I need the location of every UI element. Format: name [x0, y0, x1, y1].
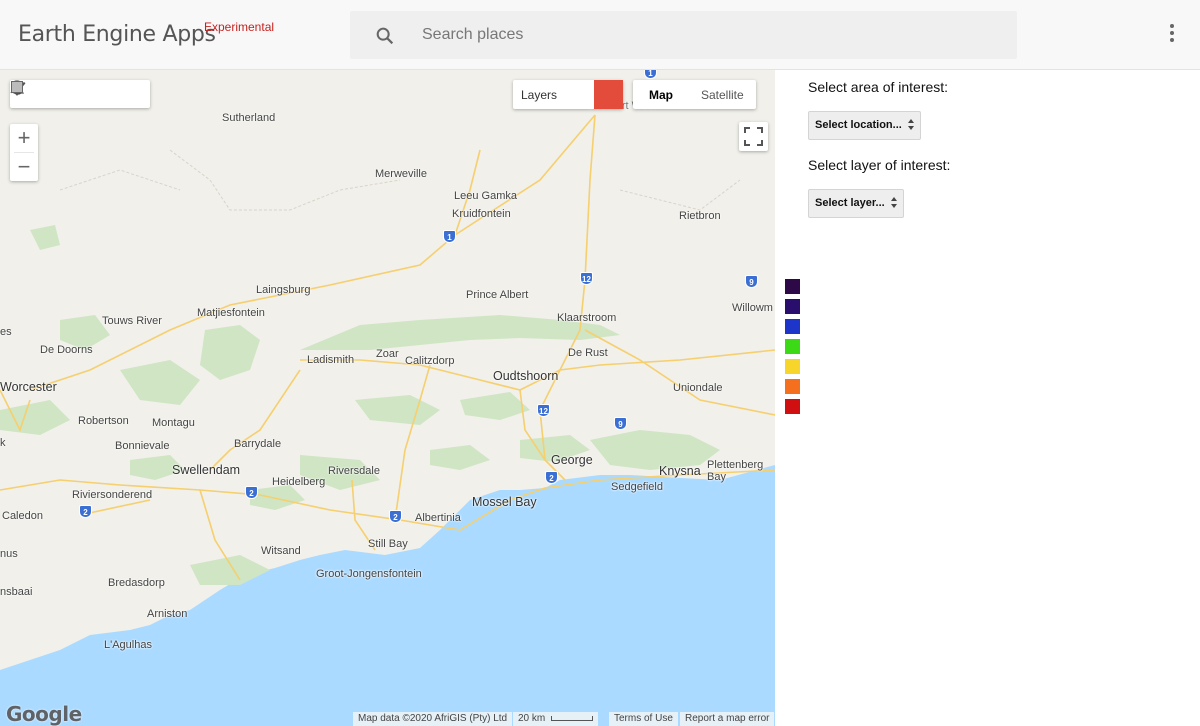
- place-label: Riviersonderend: [72, 489, 153, 501]
- place-label: Klaarstroom: [557, 312, 617, 324]
- app-title: Earth Engine Apps: [18, 22, 216, 47]
- route-shield: 2: [389, 510, 402, 523]
- report-error-label: Report a map error: [685, 713, 770, 724]
- legend-swatch: [785, 319, 800, 334]
- map-attribution: Map data ©2020 AfriGIS (Pty) Ltd: [353, 712, 513, 726]
- place-label: George: [551, 453, 593, 467]
- layers-button[interactable]: Layers: [513, 80, 623, 109]
- place-label: Matjiesfontein: [197, 307, 265, 319]
- zoom-out-button[interactable]: −: [10, 153, 38, 181]
- place-label: Laingsburg: [256, 284, 311, 296]
- drawing-toolbar: [10, 80, 150, 108]
- experimental-tag: Experimental: [204, 20, 275, 34]
- place-label: Swellendam: [172, 463, 241, 477]
- route-shield: 12: [580, 272, 593, 285]
- zoom-control: + −: [10, 124, 38, 181]
- layer-select[interactable]: Select layer...: [808, 189, 904, 218]
- map-type-control: Map Satellite: [633, 80, 756, 109]
- place-label: Riversdale: [328, 465, 380, 477]
- place-label: nus: [0, 548, 18, 560]
- place-label: Montagu: [152, 417, 195, 429]
- place-label: De Doorns: [40, 344, 93, 356]
- layers-label: Layers: [521, 88, 558, 102]
- search-box[interactable]: [350, 11, 1017, 59]
- place-label: Worcester: [0, 380, 57, 394]
- place-label: Willowm: [732, 302, 773, 314]
- terms-link[interactable]: Terms of Use: [609, 712, 678, 726]
- legend-swatch: [785, 279, 800, 294]
- search-icon[interactable]: [374, 25, 396, 47]
- place-label: Prince Albert: [466, 289, 529, 301]
- legend-swatch: [785, 359, 800, 374]
- marker-icon[interactable]: [11, 80, 66, 108]
- terms-label: Terms of Use: [614, 713, 673, 724]
- route-shield: 12: [537, 404, 550, 417]
- place-label: Mossel Bay: [472, 495, 537, 509]
- legend-swatch: [785, 399, 800, 414]
- route-shield: 1: [443, 230, 456, 243]
- layer-of-interest-label: Select layer of interest:: [808, 157, 951, 173]
- place-label: De Rust: [568, 347, 608, 359]
- legend-swatch: [785, 379, 800, 394]
- route-shield: 2: [545, 471, 558, 484]
- map-type-satellite-button[interactable]: Satellite: [689, 80, 756, 109]
- fullscreen-button[interactable]: [739, 122, 768, 151]
- area-of-interest-label: Select area of interest:: [808, 79, 949, 95]
- map-canvas[interactable]: Sutherland Merweville Leeu Gamka Kruidfo…: [0, 70, 775, 726]
- place-label: Still Bay: [368, 538, 408, 550]
- place-label: Robertson: [78, 415, 129, 427]
- route-shield: 2: [79, 505, 92, 518]
- report-error-link[interactable]: Report a map error: [680, 712, 775, 726]
- place-label: Calitzdorp: [405, 355, 455, 367]
- place-label: Zoar: [376, 348, 399, 360]
- place-label: Ladismith: [307, 354, 355, 366]
- place-label: Knysna: [659, 464, 701, 478]
- place-label: es: [0, 326, 12, 338]
- place-label: Barrydale: [234, 438, 282, 450]
- search-input[interactable]: [422, 21, 982, 49]
- rectangle-icon[interactable]: [11, 80, 150, 108]
- place-label: Oudtshoorn: [493, 369, 559, 383]
- place-label: Bonnievale: [115, 440, 170, 452]
- place-label: Arniston: [147, 608, 188, 620]
- polyline-icon[interactable]: [10, 80, 94, 108]
- place-label: Caledon: [2, 510, 43, 522]
- route-shield: 2: [245, 486, 258, 499]
- scale-bar: [551, 715, 594, 721]
- google-logo: Google: [6, 702, 82, 726]
- legend-swatch: [785, 339, 800, 354]
- place-label: Witsand: [261, 545, 301, 557]
- scale-label: 20 km: [518, 713, 546, 724]
- polygon-icon[interactable]: [11, 80, 122, 108]
- app-header: Earth Engine Apps Experimental: [0, 0, 1200, 70]
- place-label: Merweville: [375, 168, 427, 180]
- route-shield: 9: [745, 275, 758, 288]
- place-label: Albertinia: [415, 512, 461, 524]
- layer-color-swatch: [594, 80, 623, 109]
- place-label: Uniondale: [673, 382, 723, 394]
- place-label: Kruidfontein: [452, 208, 511, 220]
- place-label: Leeu Gamka: [454, 190, 517, 202]
- fullscreen-icon: [744, 127, 763, 146]
- place-label: Rietbron: [679, 210, 721, 222]
- route-shield: 9: [614, 417, 627, 430]
- place-label: Sedgefield: [611, 481, 663, 493]
- more-menu-icon[interactable]: [1160, 24, 1184, 48]
- legend-swatch: [785, 299, 800, 314]
- place-label: Touws River: [102, 315, 162, 327]
- attribution-text: Map data ©2020 AfriGIS (Pty) Ltd: [358, 713, 508, 724]
- place-label: nsbaai: [0, 586, 33, 598]
- place-label: Groot-Jongensfontein: [316, 568, 422, 580]
- place-label: Heidelberg: [272, 476, 326, 488]
- map-scale[interactable]: 20 km: [513, 712, 599, 726]
- map-type-map-button[interactable]: Map: [633, 80, 689, 109]
- control-panel: Select area of interest: Select location…: [775, 70, 1200, 726]
- location-select[interactable]: Select location...: [808, 111, 921, 140]
- place-label: Bredasdorp: [108, 577, 165, 589]
- place-label: Plettenberg Bay: [707, 459, 764, 483]
- place-label: L'Agulhas: [104, 639, 152, 651]
- place-label: Sutherland: [222, 112, 276, 124]
- zoom-in-button[interactable]: +: [10, 124, 38, 152]
- place-label: k: [0, 437, 6, 449]
